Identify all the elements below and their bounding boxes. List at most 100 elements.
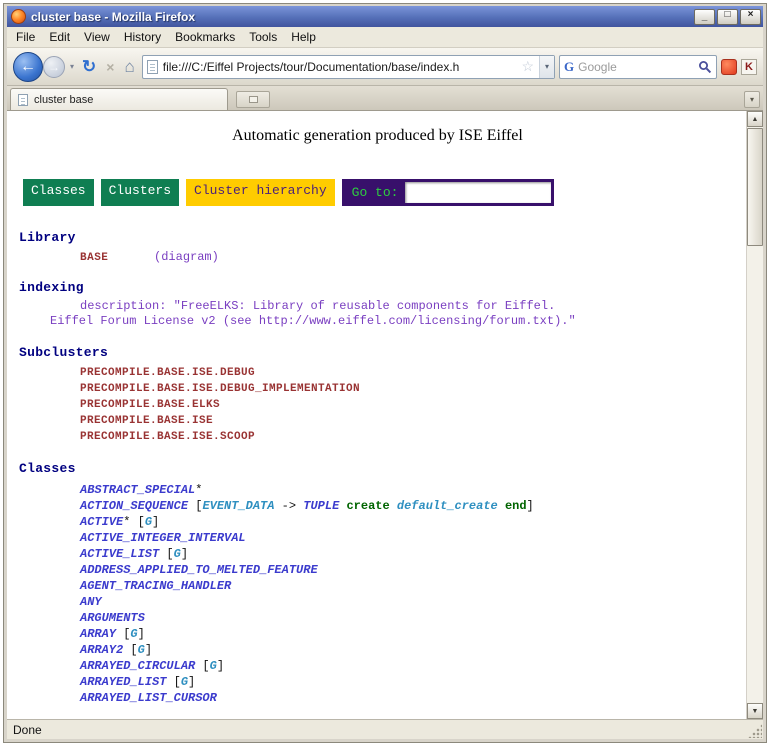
refresh-button[interactable]: ↻: [79, 57, 99, 77]
class-link[interactable]: ARRAYED_LIST_CURSOR: [80, 691, 217, 705]
titlebar[interactable]: cluster base - Mozilla Firefox _ □ ×: [7, 6, 763, 27]
class-list-item: ARRAYED_LIST_CURSOR: [80, 690, 738, 706]
subcluster-link[interactable]: PRECOMPILE.BASE.ISE.DEBUG_IMPLEMENTATION: [80, 381, 738, 397]
generic-param: G: [138, 643, 145, 657]
firefox-icon: [11, 9, 26, 24]
tab-cluster-base[interactable]: cluster base: [10, 88, 228, 110]
library-heading: Library: [19, 230, 738, 245]
forward-button[interactable]: →: [43, 56, 65, 78]
firefox-window: cluster base - Mozilla Firefox _ □ × Fil…: [3, 3, 767, 743]
cluster-hierarchy-button[interactable]: Cluster hierarchy: [186, 179, 335, 206]
clusters-button[interactable]: Clusters: [101, 179, 179, 206]
list-all-tabs-button[interactable]: ▾: [744, 91, 760, 108]
scroll-up-button[interactable]: ▲: [747, 111, 763, 127]
back-button[interactable]: ←: [13, 52, 43, 82]
menu-tools[interactable]: Tools: [242, 28, 284, 46]
class-list-item: ACTIVE_LIST [G]: [80, 546, 738, 562]
menu-edit[interactable]: Edit: [42, 28, 77, 46]
subcluster-list: PRECOMPILE.BASE.ISE.DEBUGPRECOMPILE.BASE…: [80, 365, 738, 445]
code-text: ]: [217, 659, 224, 673]
class-list-item: AGENT_TRACING_HANDLER: [80, 578, 738, 594]
new-tab-button[interactable]: [236, 91, 270, 108]
library-name-link[interactable]: BASE: [80, 252, 108, 264]
menu-bookmarks[interactable]: Bookmarks: [168, 28, 242, 46]
scrollbar-track[interactable]: [747, 127, 763, 703]
indexing-description-line2: Eiffel Forum License v2 (see http://www.…: [50, 314, 738, 329]
class-link[interactable]: ARRAY: [80, 627, 116, 641]
code-text: [: [166, 675, 180, 689]
doc-toolbar: Classes Clusters Cluster hierarchy Go to…: [23, 179, 738, 206]
subcluster-link[interactable]: PRECOMPILE.BASE.ELKS: [80, 397, 738, 413]
search-bar[interactable]: G Google: [559, 55, 717, 79]
stop-button[interactable]: ×: [103, 59, 117, 75]
class-list-item: ADDRESS_APPLIED_TO_MELTED_FEATURE: [80, 562, 738, 578]
scroll-down-button[interactable]: ▼: [747, 703, 763, 719]
class-link[interactable]: ABSTRACT_SPECIAL: [80, 483, 195, 497]
url-dropdown-button[interactable]: ▾: [539, 56, 554, 78]
class-link[interactable]: ACTIVE: [80, 515, 123, 529]
class-list-item: ACTIVE* [G]: [80, 514, 738, 530]
google-logo-icon[interactable]: G: [564, 59, 574, 75]
goto-group: Go to:: [342, 179, 555, 206]
class-list-item: ANY: [80, 594, 738, 610]
code-text: ->: [274, 499, 303, 513]
tab-favicon: [18, 94, 28, 106]
goto-input[interactable]: [405, 182, 551, 203]
diagram-link[interactable]: (diagram): [154, 250, 219, 264]
class-list-item: ACTION_SEQUENCE [EVENT_DATA -> TUPLE cre…: [80, 498, 738, 514]
menu-view[interactable]: View: [77, 28, 117, 46]
library-row: BASE (diagram): [80, 249, 738, 266]
class-link[interactable]: ANY: [80, 595, 102, 609]
class-list-item: ARRAY [G]: [80, 626, 738, 642]
indexing-heading: indexing: [19, 280, 738, 295]
code-text: [: [188, 499, 202, 513]
class-link[interactable]: ARRAYED_CIRCULAR: [80, 659, 195, 673]
home-button[interactable]: ⌂: [121, 57, 137, 77]
scrollbar-thumb[interactable]: [747, 128, 763, 246]
addon-icon-k[interactable]: K: [741, 59, 757, 75]
class-link[interactable]: ARRAY2: [80, 643, 123, 657]
code-text: *: [195, 483, 202, 497]
page-banner: Automatic generation produced by ISE Eif…: [17, 127, 738, 145]
code-text: [: [116, 627, 130, 641]
vertical-scrollbar[interactable]: ▲ ▼: [746, 111, 763, 719]
keyword: create: [346, 499, 389, 513]
code-text: ]: [145, 643, 152, 657]
menu-file[interactable]: File: [9, 28, 42, 46]
code-text: ]: [188, 675, 195, 689]
class-link[interactable]: ACTIVE_INTEGER_INTERVAL: [80, 531, 246, 545]
url-bar[interactable]: file:///C:/Eiffel Projects/tour/Document…: [142, 55, 555, 79]
classes-button[interactable]: Classes: [23, 179, 94, 206]
class-list-item: ABSTRACT_SPECIAL*: [80, 482, 738, 498]
history-dropdown-icon[interactable]: ▾: [69, 62, 75, 71]
class-link[interactable]: TUPLE: [303, 499, 339, 513]
search-input[interactable]: Google: [578, 60, 694, 74]
minimize-button[interactable]: _: [694, 9, 715, 25]
classes-heading: Classes: [19, 461, 738, 476]
class-link[interactable]: AGENT_TRACING_HANDLER: [80, 579, 231, 593]
resize-grip[interactable]: [748, 724, 762, 738]
class-link[interactable]: ADDRESS_APPLIED_TO_MELTED_FEATURE: [80, 563, 318, 577]
bookmark-star-icon[interactable]: ☆: [521, 58, 534, 75]
search-icon[interactable]: [698, 60, 712, 74]
class-link[interactable]: ACTION_SEQUENCE: [80, 499, 188, 513]
addon-icon-red[interactable]: [721, 59, 737, 75]
class-link[interactable]: ACTIVE_LIST: [80, 547, 159, 561]
maximize-button[interactable]: □: [717, 9, 738, 25]
menu-help[interactable]: Help: [284, 28, 323, 46]
code-text: [: [159, 547, 173, 561]
url-input[interactable]: file:///C:/Eiffel Projects/tour/Document…: [163, 60, 517, 74]
class-link[interactable]: ARGUMENTS: [80, 611, 145, 625]
menu-history[interactable]: History: [117, 28, 168, 46]
status-text: Done: [13, 723, 42, 737]
class-list-item: ARRAY2 [G]: [80, 642, 738, 658]
code-text: * [: [123, 515, 145, 529]
code-text: [: [123, 643, 137, 657]
class-link[interactable]: ARRAYED_LIST: [80, 675, 166, 689]
page-favicon: [147, 60, 158, 74]
close-button[interactable]: ×: [740, 9, 761, 25]
subcluster-link[interactable]: PRECOMPILE.BASE.ISE: [80, 413, 738, 429]
keyword: end: [505, 499, 527, 513]
subcluster-link[interactable]: PRECOMPILE.BASE.ISE.SCOOP: [80, 429, 738, 445]
subcluster-link[interactable]: PRECOMPILE.BASE.ISE.DEBUG: [80, 365, 738, 381]
